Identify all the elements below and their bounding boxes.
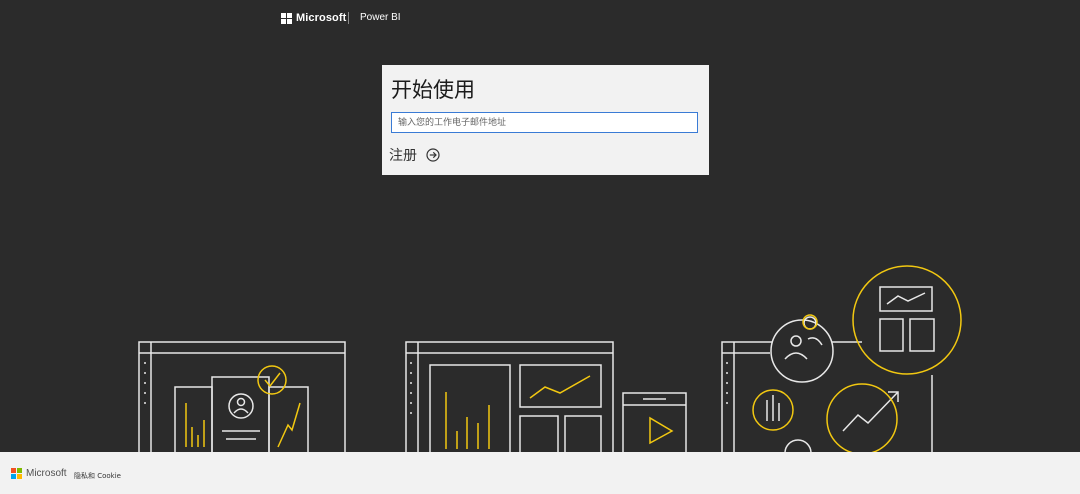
left-monitor-illustration — [138, 341, 346, 452]
product-name[interactable]: Power BI — [360, 12, 401, 23]
yellow-accents — [185, 265, 962, 452]
microsoft-wordmark: Microsoft — [296, 12, 347, 24]
middle-monitor-illustration — [405, 341, 687, 452]
microsoft-squares-icon — [281, 12, 292, 24]
email-field[interactable] — [391, 112, 698, 133]
analytics-illustration — [138, 265, 962, 452]
signup-button[interactable]: 注册 — [389, 145, 440, 165]
privacy-cookies-link[interactable]: 隐私和 Cookie — [74, 471, 121, 481]
top-bar: Microsoft Power BI — [0, 0, 1080, 36]
arrow-circle-right-icon — [426, 148, 440, 162]
page-title: 开始使用 — [391, 78, 475, 102]
footer-microsoft-logo[interactable]: Microsoft — [11, 468, 67, 479]
microsoft-squares-icon — [11, 468, 22, 479]
signup-label: 注册 — [389, 148, 417, 164]
get-started-card: 开始使用 注册 — [382, 65, 709, 175]
footer-microsoft-wordmark: Microsoft — [26, 468, 67, 479]
header-divider — [348, 12, 349, 24]
microsoft-logo[interactable]: Microsoft — [281, 12, 346, 24]
footer: Microsoft 隐私和 Cookie — [0, 452, 1080, 494]
